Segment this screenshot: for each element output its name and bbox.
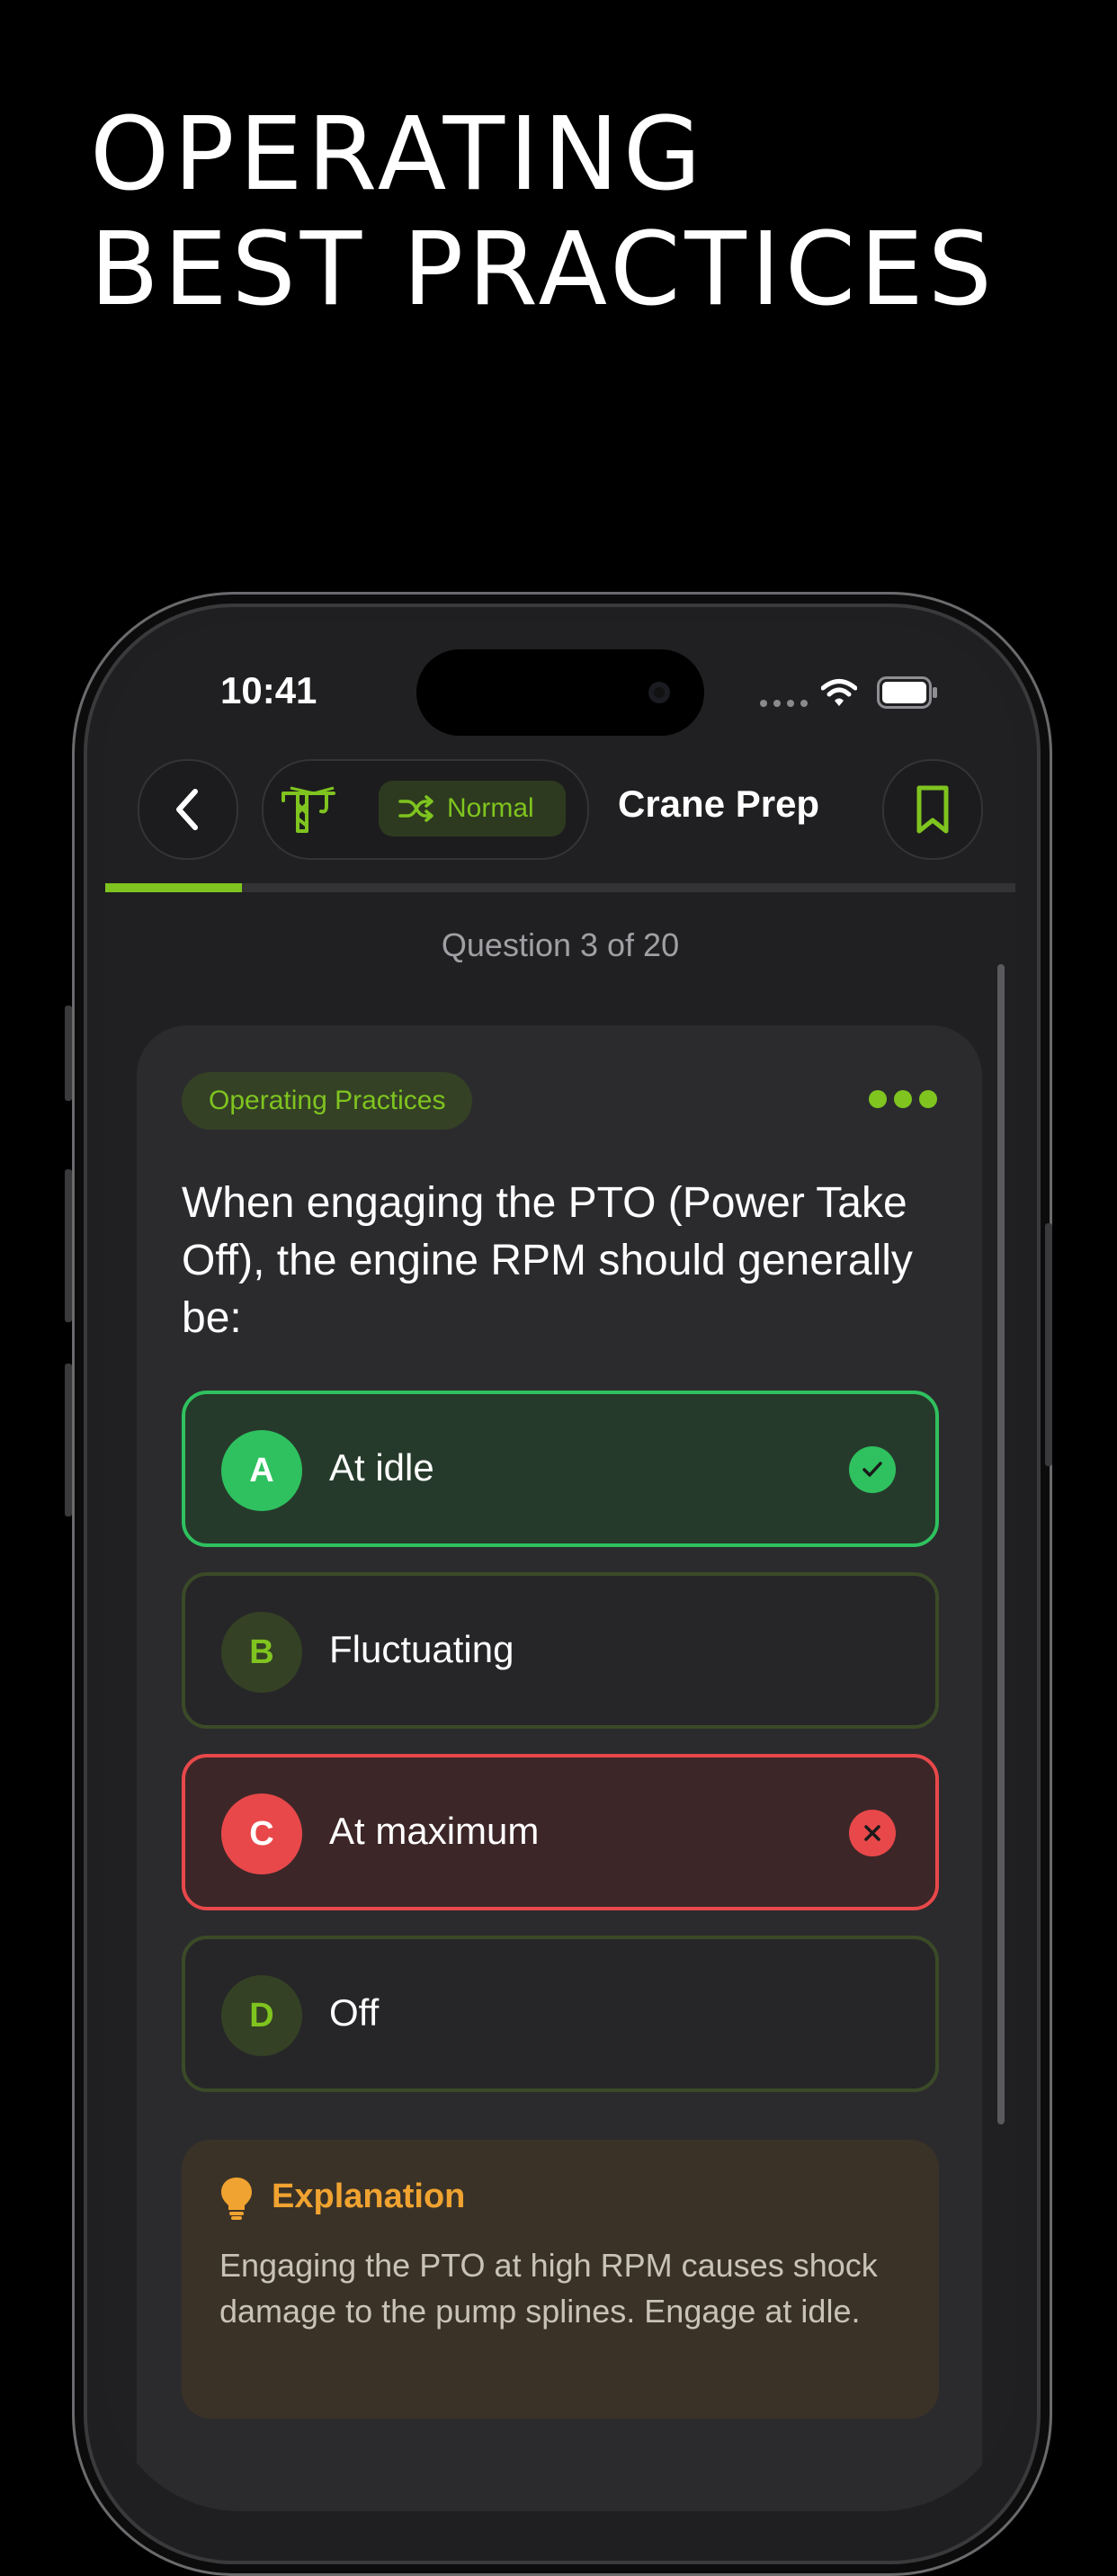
mode-pill[interactable]: Normal: [379, 781, 566, 836]
answer-option-a[interactable]: A At idle: [182, 1391, 939, 1547]
option-letter: A: [221, 1430, 302, 1511]
headline-line-1: OPERATING: [90, 96, 706, 213]
bookmark-button[interactable]: [882, 759, 983, 860]
app-title: Crane Prep: [618, 783, 820, 825]
volume-down-button: [65, 1364, 72, 1516]
status-time: 10:41: [220, 669, 317, 711]
lightbulb-icon: [221, 2178, 252, 2220]
bookmark-icon: [916, 785, 949, 834]
category-badge: Operating Practices: [182, 1072, 473, 1130]
answer-option-d[interactable]: D Off: [182, 1936, 939, 2092]
question-text: When engaging the PTO (Power Take Off), …: [182, 1179, 913, 1342]
answer-option-c[interactable]: C At maximum: [182, 1754, 939, 1910]
scrollbar[interactable]: [997, 964, 1005, 2124]
x-mark-icon: [849, 1810, 896, 1856]
camera-icon: [648, 682, 670, 703]
action-button: [65, 1006, 72, 1101]
quiz-progress-bar: [105, 883, 1015, 892]
quiz-progress-fill: [105, 883, 242, 892]
volume-up-button: [65, 1169, 72, 1322]
back-button[interactable]: [138, 759, 238, 860]
option-text: Off: [329, 1991, 380, 2034]
explanation-title: Explanation: [272, 2178, 466, 2215]
quiz-mode-group: Normal: [262, 759, 589, 860]
question-card: Operating Practices When engaging the PT…: [137, 1025, 982, 2511]
question-counter: Question 3 of 20: [441, 926, 680, 963]
option-letter: C: [221, 1793, 302, 1874]
marketing-headline: OPERATING BEST PRACTICES: [90, 97, 996, 327]
chevron-left-icon: [176, 789, 198, 830]
wifi-icon: [821, 679, 857, 706]
option-letter: B: [221, 1612, 302, 1693]
checkmark-icon: [849, 1446, 896, 1493]
crane-icon[interactable]: [278, 784, 341, 835]
option-text: Fluctuating: [329, 1628, 514, 1670]
explanation-body: Engaging the PTO at high RPM causes shoc…: [219, 2247, 878, 2330]
option-letter: D: [221, 1975, 302, 2056]
shuffle-icon: [398, 795, 433, 822]
battery-icon: [877, 676, 937, 709]
phone-screen: 10:41 Normal Crane Prep Question 3 of 20…: [105, 622, 1015, 2511]
option-text: At maximum: [329, 1810, 540, 1852]
answer-option-b[interactable]: B Fluctuating: [182, 1572, 939, 1729]
signal-dots-icon: [760, 700, 808, 707]
mode-label: Normal: [447, 793, 534, 823]
more-options-icon[interactable]: [869, 1090, 937, 1108]
explanation-panel: Explanation Engaging the PTO at high RPM…: [182, 2140, 939, 2419]
dynamic-island: [416, 649, 704, 736]
option-text: At idle: [329, 1446, 434, 1489]
headline-line-2: BEST PRACTICES: [90, 211, 996, 328]
power-button: [1045, 1223, 1052, 1466]
